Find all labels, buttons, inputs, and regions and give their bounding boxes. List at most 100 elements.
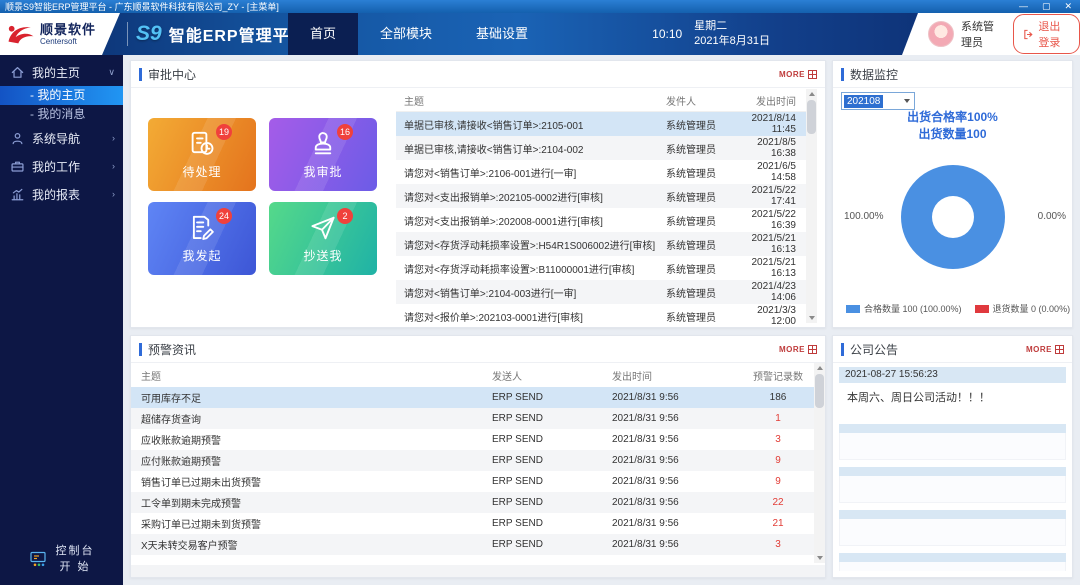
nav-tab-0[interactable]: 首页	[288, 13, 358, 55]
cell-sender: ERP SEND	[492, 476, 612, 487]
cell-time: 2021/8/31 9:56	[612, 476, 742, 487]
nav-tab-1[interactable]: 全部模块	[358, 13, 454, 55]
approval-row-7[interactable]: 请您对<销售订单>:2104-003进行[一审]系统管理员2021/4/23 1…	[396, 280, 806, 304]
approval-center-panel: 审批中心 MORE 19待处理16我审批24我发起2抄送我 主题 发件人 发出时…	[130, 60, 826, 328]
cell-time: 2021/8/31 9:56	[612, 518, 742, 529]
monitor-headline: 出货合格率100% 出货数量100	[833, 109, 1072, 143]
sidebar: 我的主页∨- 我的主页- 我的消息系统导航›我的工作›我的报表› 控制台 开 始	[0, 55, 123, 585]
cell-subject: 请您对<销售订单>:2104-003进行[一审]	[396, 285, 666, 300]
sidebar-group-5[interactable]: 我的报表›	[0, 180, 123, 208]
cell-subject: 工令单到期未完成预警	[131, 495, 492, 510]
announcement-item-empty	[839, 562, 1066, 571]
logout-button[interactable]: 退出登录	[1013, 14, 1080, 54]
close-icon[interactable]: ✕	[1064, 0, 1072, 13]
pie-label-right: 0.00%	[1038, 211, 1066, 222]
console-label: 控制台	[56, 543, 95, 559]
announcements-title: 公司公告	[850, 341, 898, 358]
sidebar-group-0[interactable]: 我的主页∨	[0, 58, 123, 86]
cell-time: 2021/5/22 17:41	[732, 185, 806, 207]
alert-row-2[interactable]: 应收账款逾期预警ERP SEND2021/8/31 9:563	[131, 429, 814, 450]
col-sender: 发件人	[666, 93, 732, 108]
scroll-up-icon[interactable]	[806, 89, 817, 99]
maximize-icon[interactable]: ▢	[1042, 0, 1051, 13]
cell-sender: 系统管理员	[666, 285, 732, 300]
scroll-down-icon[interactable]	[806, 313, 817, 323]
title-accent-bar	[139, 68, 142, 81]
alerts-footer-strip	[131, 565, 825, 577]
approval-table-header: 主题 发件人 发出时间	[396, 89, 806, 112]
cell-alert-count: 186	[742, 392, 814, 403]
sidebar-group-4[interactable]: 我的工作›	[0, 152, 123, 180]
avatar[interactable]	[928, 21, 954, 47]
alert-row-7[interactable]: X天未转交易客户预警ERP SEND2021/8/31 9:563	[131, 534, 814, 555]
announcement-date-empty	[839, 553, 1066, 562]
alert-row-1[interactable]: 超储存货查询ERP SEND2021/8/31 9:561	[131, 408, 814, 429]
cell-sender: ERP SEND	[492, 455, 612, 466]
scroll-thumb[interactable]	[807, 100, 816, 134]
cell-time: 2021/5/22 16:39	[732, 209, 806, 231]
donut-chart	[901, 165, 1005, 269]
cell-subject: 可用库存不足	[131, 390, 492, 405]
announcement-item[interactable]: 本周六、周日公司活动！！！	[839, 383, 1066, 417]
console-icon	[29, 550, 47, 568]
announcements-more-button[interactable]: MORE	[1026, 345, 1064, 354]
approval-tile-3[interactable]: 2抄送我	[269, 202, 377, 275]
more-label: MORE	[779, 345, 805, 354]
more-grid-icon	[808, 70, 817, 79]
scroll-up-icon[interactable]	[814, 363, 825, 373]
minimize-icon[interactable]: —	[1019, 0, 1028, 13]
period-selected-value: 202108	[844, 95, 883, 108]
brand-bird-icon	[5, 21, 37, 48]
cell-time: 2021/8/31 9:56	[612, 455, 742, 466]
sidebar-group-3[interactable]: 系统导航›	[0, 124, 123, 152]
s9-logo: S9	[136, 22, 162, 46]
brand-subname: Centersoft	[40, 38, 96, 46]
approval-tile-1[interactable]: 16我审批	[269, 118, 377, 191]
alert-row-3[interactable]: 应付账款逾期预警ERP SEND2021/8/31 9:569	[131, 450, 814, 471]
approval-row-6[interactable]: 请您对<存货浮动耗损率设置>:B11000001进行[审核]系统管理员2021/…	[396, 256, 806, 280]
alerts-more-button[interactable]: MORE	[779, 345, 817, 354]
cell-time: 2021/8/5 16:38	[732, 137, 806, 159]
approval-row-5[interactable]: 请您对<存货浮动耗损率设置>:H54R1S006002进行[审核]系统管理员20…	[396, 232, 806, 256]
announcements-panel-header: 公司公告 MORE	[833, 336, 1072, 363]
report-icon	[10, 187, 25, 202]
chevron-down-icon: ∨	[108, 67, 115, 78]
clock-time: 10:10	[652, 27, 682, 41]
sidebar-footer[interactable]: 控制台 开 始	[0, 543, 123, 575]
cell-sender: 系统管理员	[666, 165, 732, 180]
scroll-thumb[interactable]	[815, 374, 824, 408]
sidebar-item-2[interactable]: - 我的消息	[0, 105, 123, 124]
alerts-panel: 预警资讯 MORE 主题 发送人 发出时间 预警记录数 可用库存不足ERP SE…	[130, 335, 826, 578]
sidebar-item-1[interactable]: - 我的主页	[0, 86, 123, 105]
chart-legend: 合格数量 100 (100.00%)退货数量 0 (0.00%)	[846, 302, 1070, 315]
period-select[interactable]: 202108	[841, 92, 915, 110]
approval-row-4[interactable]: 请您对<支出报销单>:202008-0001进行[审核]系统管理员2021/5/…	[396, 208, 806, 232]
approval-row-1[interactable]: 单据已审核,请接收<销售订单>:2104-002系统管理员2021/8/5 16…	[396, 136, 806, 160]
cell-time: 2021/3/3 12:00	[732, 305, 806, 327]
scroll-down-icon[interactable]	[814, 553, 825, 563]
cell-time: 2021/5/21 16:13	[732, 233, 806, 255]
col-senttime: 发出时间	[612, 368, 742, 383]
nav-tab-2[interactable]: 基础设置	[454, 13, 550, 55]
approval-row-0[interactable]: 单据已审核,请接收<销售订单>:2105-001系统管理员2021/8/14 1…	[396, 112, 806, 136]
approval-row-3[interactable]: 请您对<支出报销单>:202105-0002进行[审核]系统管理员2021/5/…	[396, 184, 806, 208]
cell-alert-count: 1	[742, 413, 814, 424]
alert-row-6[interactable]: 采购订单已过期未到货预警ERP SEND2021/8/31 9:5621	[131, 513, 814, 534]
alerts-title: 预警资讯	[148, 341, 196, 358]
approval-more-button[interactable]: MORE	[779, 70, 817, 79]
approval-tile-0[interactable]: 19待处理	[148, 118, 256, 191]
cell-subject: 单据已审核,请接收<销售订单>:2105-001	[396, 117, 666, 132]
announcement-date-empty	[839, 424, 1066, 433]
approval-row-2[interactable]: 请您对<销售订单>:2106-001进行[一审]系统管理员2021/6/5 14…	[396, 160, 806, 184]
alerts-scrollbar	[814, 363, 825, 563]
approval-tile-2[interactable]: 24我发起	[148, 202, 256, 275]
approval-row-8[interactable]: 请您对<报价单>:202103-0001进行[审核]系统管理员2021/3/3 …	[396, 304, 806, 328]
tile-label: 我审批	[303, 163, 342, 180]
tile-label: 我发起	[182, 247, 221, 264]
alert-row-4[interactable]: 销售订单已过期未出货预警ERP SEND2021/8/31 9:569	[131, 471, 814, 492]
window-title: 顺景S9智能ERP管理平台 - 广东顺景软件科技有限公司_ZY - [主菜单]	[0, 0, 279, 13]
col-sender: 发送人	[492, 368, 612, 383]
alert-row-5[interactable]: 工令单到期未完成预警ERP SEND2021/8/31 9:5622	[131, 492, 814, 513]
alert-row-0[interactable]: 可用库存不足ERP SEND2021/8/31 9:56186	[131, 387, 814, 408]
sidebar-menu: 我的主页∨- 我的主页- 我的消息系统导航›我的工作›我的报表›	[0, 55, 123, 208]
